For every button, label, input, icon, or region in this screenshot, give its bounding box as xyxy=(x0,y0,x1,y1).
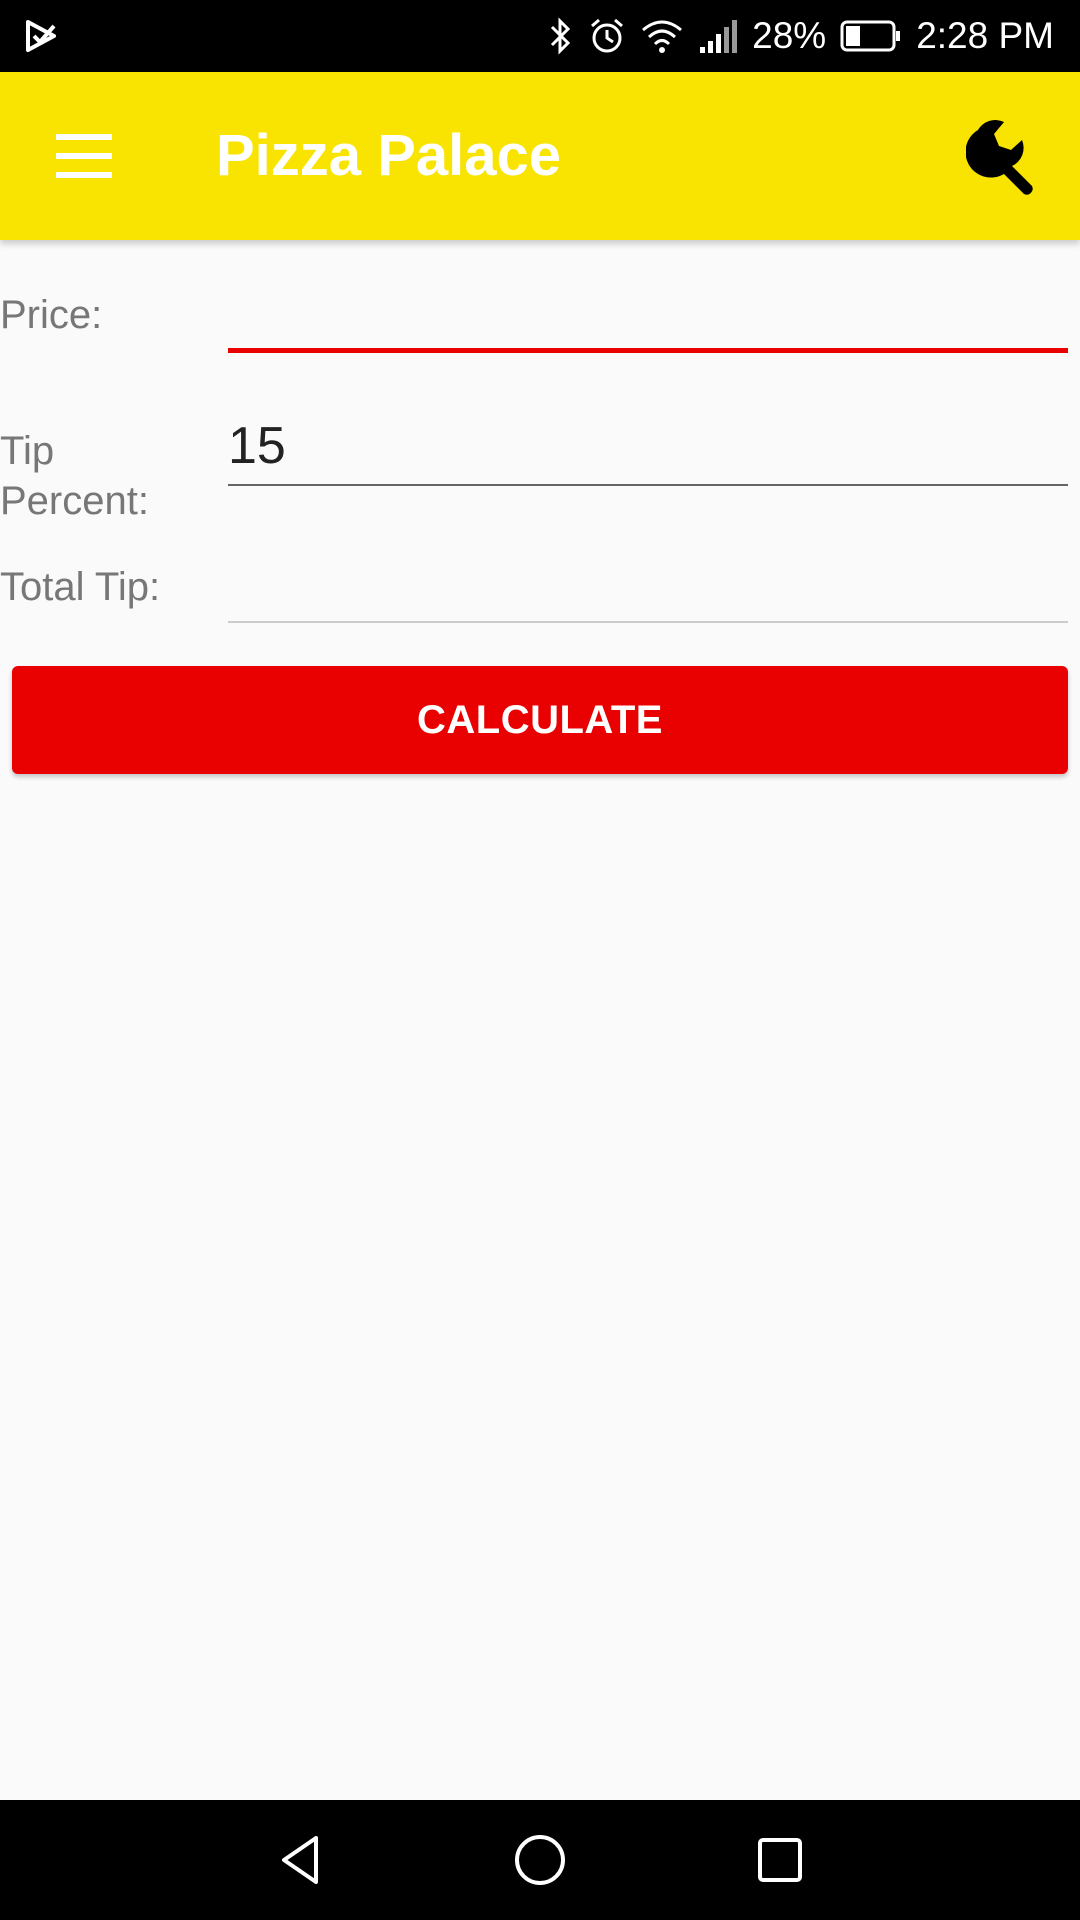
tip-percent-label: Tip Percent: xyxy=(0,426,149,526)
bluetooth-icon xyxy=(551,17,571,55)
hamburger-menu-icon[interactable] xyxy=(40,120,128,192)
tip-percent-input-underline xyxy=(228,484,1068,486)
total-tip-label: Total Tip: xyxy=(0,565,161,609)
alarm-icon xyxy=(591,18,624,53)
battery-icon xyxy=(840,20,901,52)
tip-percent-input[interactable]: 15 xyxy=(228,420,1068,488)
price-label: Price: xyxy=(0,293,103,337)
tip-percent-input-value: 15 xyxy=(228,417,286,475)
battery-percent: 28% xyxy=(752,15,827,56)
play-store-notification-icon xyxy=(26,20,56,52)
recents-icon[interactable] xyxy=(750,1830,810,1890)
signal-icon xyxy=(700,20,738,53)
total-tip-underline xyxy=(228,621,1068,623)
navigation-bar xyxy=(0,1800,1080,1920)
app-toolbar: Pizza Palace xyxy=(0,72,1080,240)
price-input[interactable] xyxy=(228,280,1068,353)
wifi-icon xyxy=(642,20,683,53)
wrench-icon[interactable] xyxy=(966,116,1046,196)
total-tip-field xyxy=(228,550,1068,625)
status-time: 2:28 PM xyxy=(916,15,1054,56)
home-icon[interactable] xyxy=(510,1830,570,1890)
app-title: Pizza Palace xyxy=(216,123,561,188)
price-input-underline xyxy=(228,348,1068,353)
back-icon[interactable] xyxy=(270,1830,330,1890)
tip-percent-label-line2: Percent: xyxy=(0,479,149,523)
status-icons: 28% 2:28 PM xyxy=(548,0,1054,72)
status-bar: 28% 2:28 PM xyxy=(0,0,1080,72)
calculate-button[interactable]: CALCULATE xyxy=(12,666,1068,774)
tip-percent-label-line1: Tip xyxy=(0,429,55,473)
